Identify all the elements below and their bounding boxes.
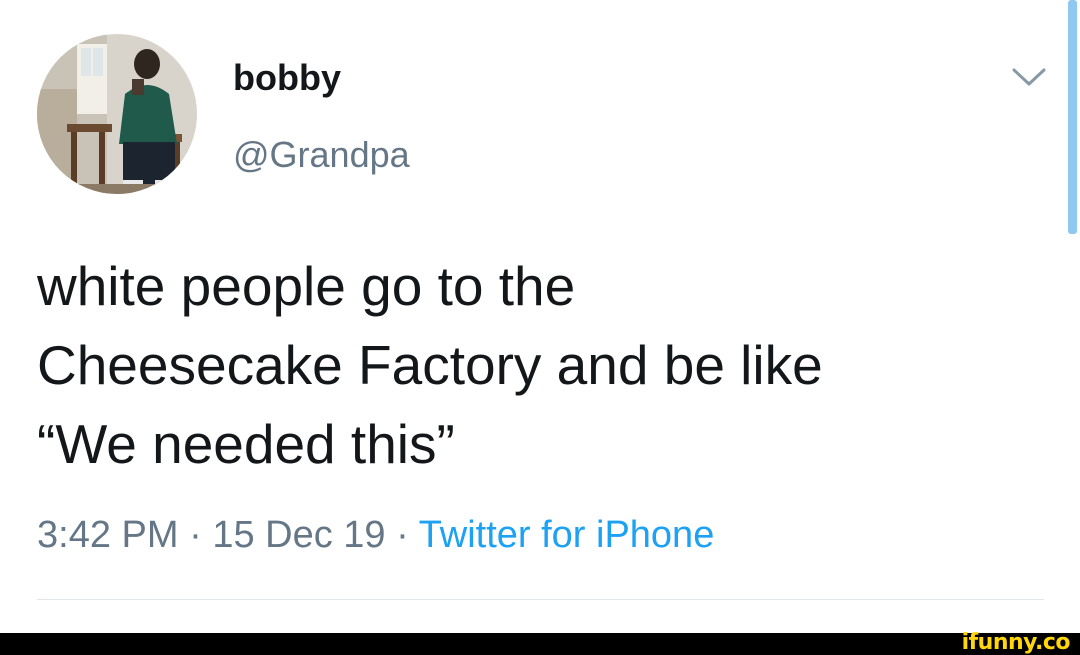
- ifunny-watermark: ifunny.co: [961, 630, 1071, 655]
- chevron-down-icon[interactable]: [1010, 62, 1048, 92]
- avatar[interactable]: [37, 34, 197, 194]
- tweet-text-line: Cheesecake Factory and be like: [37, 334, 823, 396]
- tweet-card: bobby @Grandpa white people go to the Ch…: [0, 0, 1080, 655]
- watermark-bar: [0, 633, 1080, 655]
- tweet-text-line: “We needed this”: [37, 413, 455, 475]
- tweet-date[interactable]: 15 Dec 19: [212, 514, 385, 556]
- meta-separator: ·: [396, 514, 409, 556]
- scrollbar[interactable]: [1068, 0, 1077, 234]
- author-display-name[interactable]: bobby: [233, 56, 341, 100]
- tweet-text: white people go to the Cheesecake Factor…: [37, 247, 1047, 484]
- tweet-time[interactable]: 3:42 PM: [37, 514, 179, 556]
- meta-separator: ·: [189, 514, 202, 556]
- tweet-source-link[interactable]: Twitter for iPhone: [419, 514, 715, 556]
- divider: [37, 599, 1044, 600]
- tweet-meta: 3:42 PM · 15 Dec 19 · Twitter for iPhone: [37, 511, 714, 559]
- avatar-photo: [37, 34, 197, 194]
- tweet-text-line: white people go to the: [37, 255, 576, 317]
- author-handle[interactable]: @Grandpa: [233, 133, 410, 177]
